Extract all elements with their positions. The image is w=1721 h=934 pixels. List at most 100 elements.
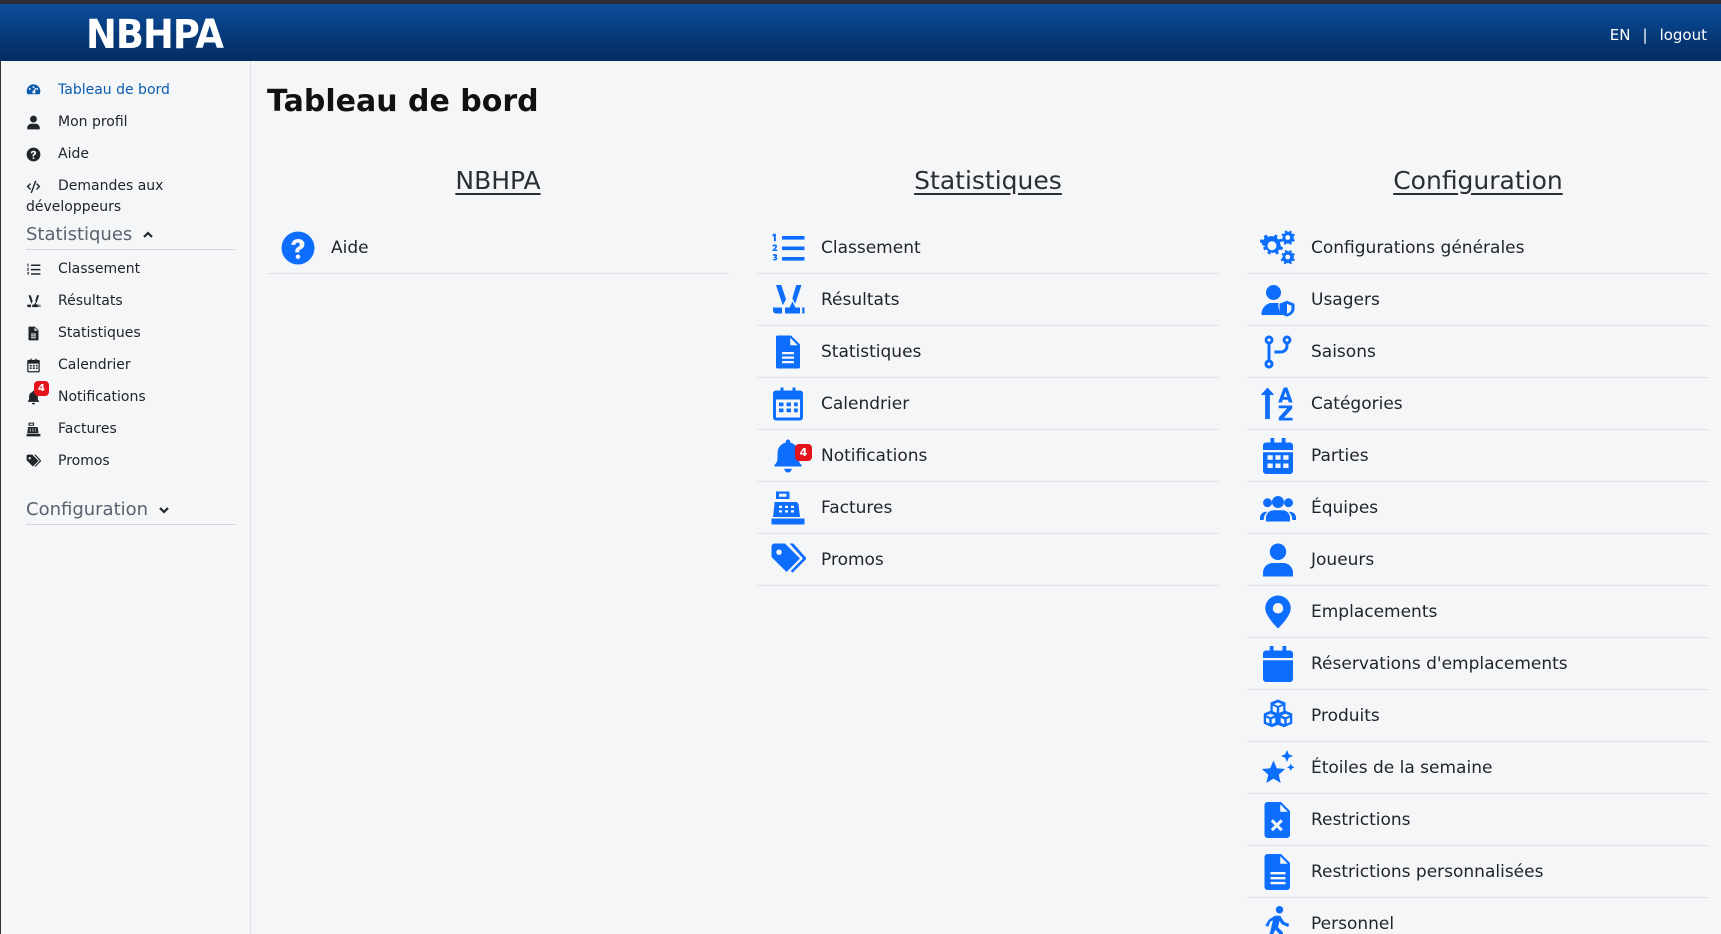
- logo[interactable]: NBHPA: [86, 12, 224, 58]
- hockey-icon: [26, 291, 58, 312]
- dashboard-icon: [26, 80, 58, 101]
- item-label: Notifications: [821, 445, 928, 466]
- calendar-icon: [26, 355, 58, 376]
- code-icon: [26, 176, 58, 197]
- dashboard-item-produits[interactable]: Produits: [1247, 690, 1709, 742]
- column-heading[interactable]: NBHPA: [267, 166, 729, 222]
- list-ol-icon: [757, 230, 819, 266]
- item-label: Usagers: [1311, 289, 1380, 310]
- list-ol-icon: [26, 259, 58, 280]
- hockey-icon: [757, 282, 819, 318]
- dashboard-item-configurations-generales[interactable]: Configurations générales: [1247, 222, 1709, 274]
- item-label: Catégories: [1311, 393, 1403, 414]
- dashboard-item-restrictions-personnalisees[interactable]: Restrictions personnalisées: [1247, 846, 1709, 898]
- sidebar-item-label: Promos: [58, 453, 110, 469]
- file-icon: [26, 323, 58, 344]
- question-icon: [267, 230, 329, 266]
- sidebar-item-label: Statistiques: [58, 325, 141, 341]
- sidebar-item-dev-requests[interactable]: Demandes aux développeurs: [26, 176, 196, 218]
- cash-register-icon: [757, 490, 819, 526]
- sort-az-icon: [1247, 386, 1309, 422]
- logout-link[interactable]: logout: [1660, 26, 1707, 44]
- calendar-days-icon: [1247, 438, 1309, 474]
- item-label: Parties: [1311, 445, 1369, 466]
- notification-badge: 4: [34, 381, 49, 396]
- dashboard-item-reservations[interactable]: Réservations d'emplacements: [1247, 638, 1709, 690]
- sidebar-item-label: Factures: [58, 421, 117, 437]
- column-heading[interactable]: Statistiques: [757, 166, 1219, 222]
- sidebar-item-notifications[interactable]: 4 Notifications: [26, 381, 236, 408]
- dashboard-item-usagers[interactable]: Usagers: [1247, 274, 1709, 326]
- user-icon: [26, 112, 58, 133]
- item-label: Configurations générales: [1311, 237, 1525, 258]
- dashboard-item-categories[interactable]: Catégories: [1247, 378, 1709, 430]
- item-label: Produits: [1311, 705, 1380, 726]
- nav-separator: |: [1642, 26, 1648, 44]
- sidebar-section-statistiques[interactable]: Statistiques: [26, 224, 235, 250]
- item-label: Étoiles de la semaine: [1311, 757, 1493, 778]
- item-label: Promos: [821, 549, 884, 570]
- item-label: Emplacements: [1311, 601, 1438, 622]
- chevron-down-icon: [158, 504, 170, 516]
- item-label: Calendrier: [821, 393, 910, 414]
- file-icon: [757, 334, 819, 370]
- user-icon: [1247, 542, 1309, 578]
- dashboard-item-promos[interactable]: Promos: [757, 534, 1219, 586]
- user-shield-icon: [1247, 282, 1309, 318]
- item-label: Restrictions: [1311, 809, 1411, 830]
- column-heading[interactable]: Configuration: [1247, 166, 1709, 222]
- sidebar-item-label: Classement: [58, 261, 141, 277]
- sidebar-item-resultats[interactable]: Résultats: [26, 291, 236, 312]
- dashboard-item-joueurs[interactable]: Joueurs: [1247, 534, 1709, 586]
- sidebar-item-label: Tableau de bord: [58, 82, 170, 98]
- dashboard-item-emplacements[interactable]: Emplacements: [1247, 586, 1709, 638]
- page-title: Tableau de bord: [267, 84, 539, 119]
- dashboard-item-classement[interactable]: Classement: [757, 222, 1219, 274]
- item-label: Équipes: [1311, 497, 1379, 518]
- language-link[interactable]: EN: [1610, 26, 1631, 44]
- bell-icon: 4: [26, 381, 58, 408]
- dashboard-item-personnel[interactable]: Personnel: [1247, 898, 1709, 934]
- dashboard-item-restrictions[interactable]: Restrictions: [1247, 794, 1709, 846]
- item-label: Joueurs: [1311, 549, 1375, 570]
- notification-badge: 4: [795, 443, 812, 461]
- sidebar-item-classement[interactable]: Classement: [26, 259, 236, 280]
- file-x-icon: [1247, 802, 1309, 838]
- section-label: Configuration: [26, 499, 149, 520]
- dashboard-item-equipes[interactable]: Équipes: [1247, 482, 1709, 534]
- item-label: Restrictions personnalisées: [1311, 861, 1544, 882]
- dashboard-item-etoiles[interactable]: Étoiles de la semaine: [1247, 742, 1709, 794]
- dashboard-item-parties[interactable]: Parties: [1247, 430, 1709, 482]
- item-label: Saisons: [1311, 341, 1376, 362]
- calendar-blank-icon: [1247, 646, 1309, 682]
- sidebar-item-statistiques[interactable]: Statistiques: [26, 323, 236, 344]
- dashboard-item-saisons[interactable]: Saisons: [1247, 326, 1709, 378]
- item-label: Réservations d'emplacements: [1311, 653, 1568, 674]
- tags-icon: [26, 451, 58, 472]
- bell-icon: 4: [757, 438, 819, 474]
- sidebar-item-help[interactable]: Aide: [26, 144, 236, 165]
- calendar-icon: [757, 386, 819, 422]
- sidebar-item-calendrier[interactable]: Calendrier: [26, 355, 236, 376]
- sidebar-item-profile[interactable]: Mon profil: [26, 112, 236, 133]
- dashboard-item-calendrier[interactable]: Calendrier: [757, 378, 1219, 430]
- gears-icon: [1247, 230, 1309, 266]
- sidebar-item-promos[interactable]: Promos: [26, 451, 236, 472]
- dashboard-item-resultats[interactable]: Résultats: [757, 274, 1219, 326]
- dashboard-item-aide[interactable]: Aide: [267, 222, 729, 274]
- column-configuration: Configuration Configurations générales U…: [1247, 166, 1709, 934]
- item-label: Personnel: [1311, 913, 1395, 934]
- sidebar-item-dashboard[interactable]: Tableau de bord: [26, 80, 236, 101]
- dashboard-item-statistiques[interactable]: Statistiques: [757, 326, 1219, 378]
- sidebar-item-label: Résultats: [58, 293, 123, 309]
- tags-icon: [757, 542, 819, 578]
- column-statistiques: Statistiques Classement Résultats Statis…: [757, 166, 1219, 586]
- item-label: Aide: [331, 237, 369, 258]
- sidebar-item-factures[interactable]: Factures: [26, 419, 236, 440]
- sidebar-item-label: Calendrier: [58, 357, 131, 373]
- cash-register-icon: [26, 419, 58, 440]
- dashboard-item-factures[interactable]: Factures: [757, 482, 1219, 534]
- person-walking-icon: [1247, 906, 1309, 934]
- sidebar-section-configuration[interactable]: Configuration: [26, 499, 235, 525]
- dashboard-item-notifications[interactable]: 4 Notifications: [757, 430, 1219, 482]
